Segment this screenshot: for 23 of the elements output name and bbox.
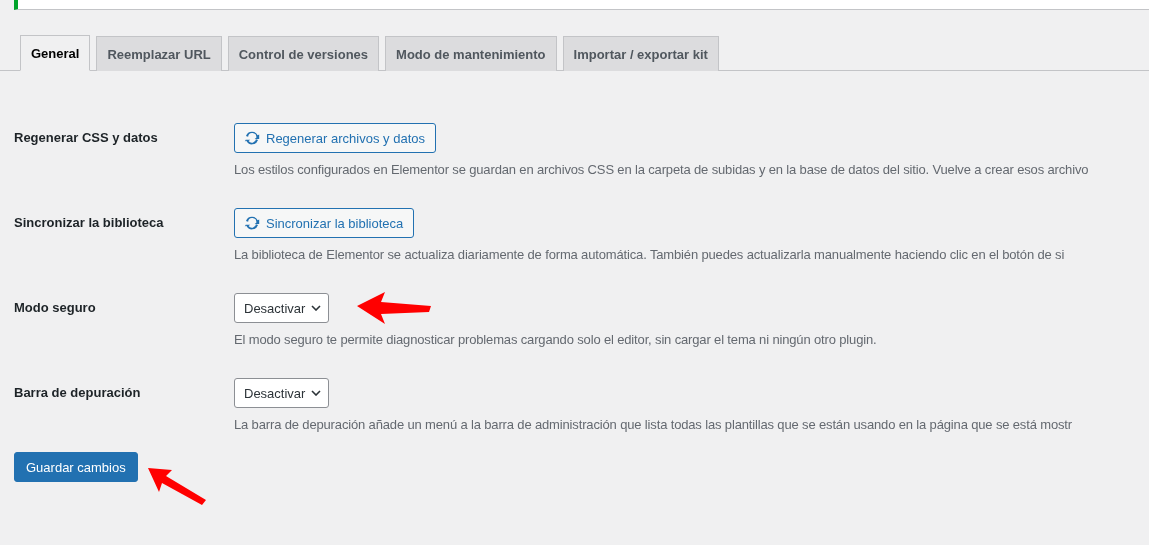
tab[interactable]: General [20,35,91,71]
chevron-down-icon [311,390,322,396]
select-dropdown[interactable]: Desactivar [234,293,330,323]
tab[interactable]: Reemplazar URL [96,36,222,71]
setting-label: Modo seguro [14,299,97,317]
setting-description: La biblioteca de Elementor se actualiza diariamente de forma automática. También puedes actualizarla manualmente haciendo clic en el botón de si [234,247,1066,262]
sync-button[interactable]: Sincronizar la biblioteca [234,208,415,238]
select-dropdown[interactable]: Desactivar [234,378,330,408]
tab[interactable]: Control de versiones [227,36,380,71]
setting-description: El modo seguro te permite diagnosticar problemas cargando solo el editor, sin cargar el tema ni ningún otro plugin. [234,332,878,347]
refresh-icon [243,214,261,232]
chevron-down-icon [311,305,322,311]
refresh-icon [243,129,261,147]
setting-label: Regenerar CSS y datos [14,129,159,147]
setting-label: Sincronizar la biblioteca [14,214,165,232]
setting-description: La barra de depuración añade un menú a la barra de administración que lista todas las plantillas que se están usando en la página que se está mostr [234,417,1073,432]
annotation-arrow [145,466,208,506]
save-button[interactable]: Guardar cambios [14,452,138,482]
setting-label: Barra de depuración [14,384,142,402]
sync-button[interactable]: Regenerar archivos y datos [234,123,436,153]
tab[interactable]: Importar / exportar kit [562,36,719,71]
setting-description: Los estilos configurados en Elementor se guardan en archivos CSS en la carpeta de subidas y en la base de datos del sitio. Vuelve a crear esos archivo [234,162,1090,177]
tab[interactable]: Modo de mantenimiento [385,36,557,71]
